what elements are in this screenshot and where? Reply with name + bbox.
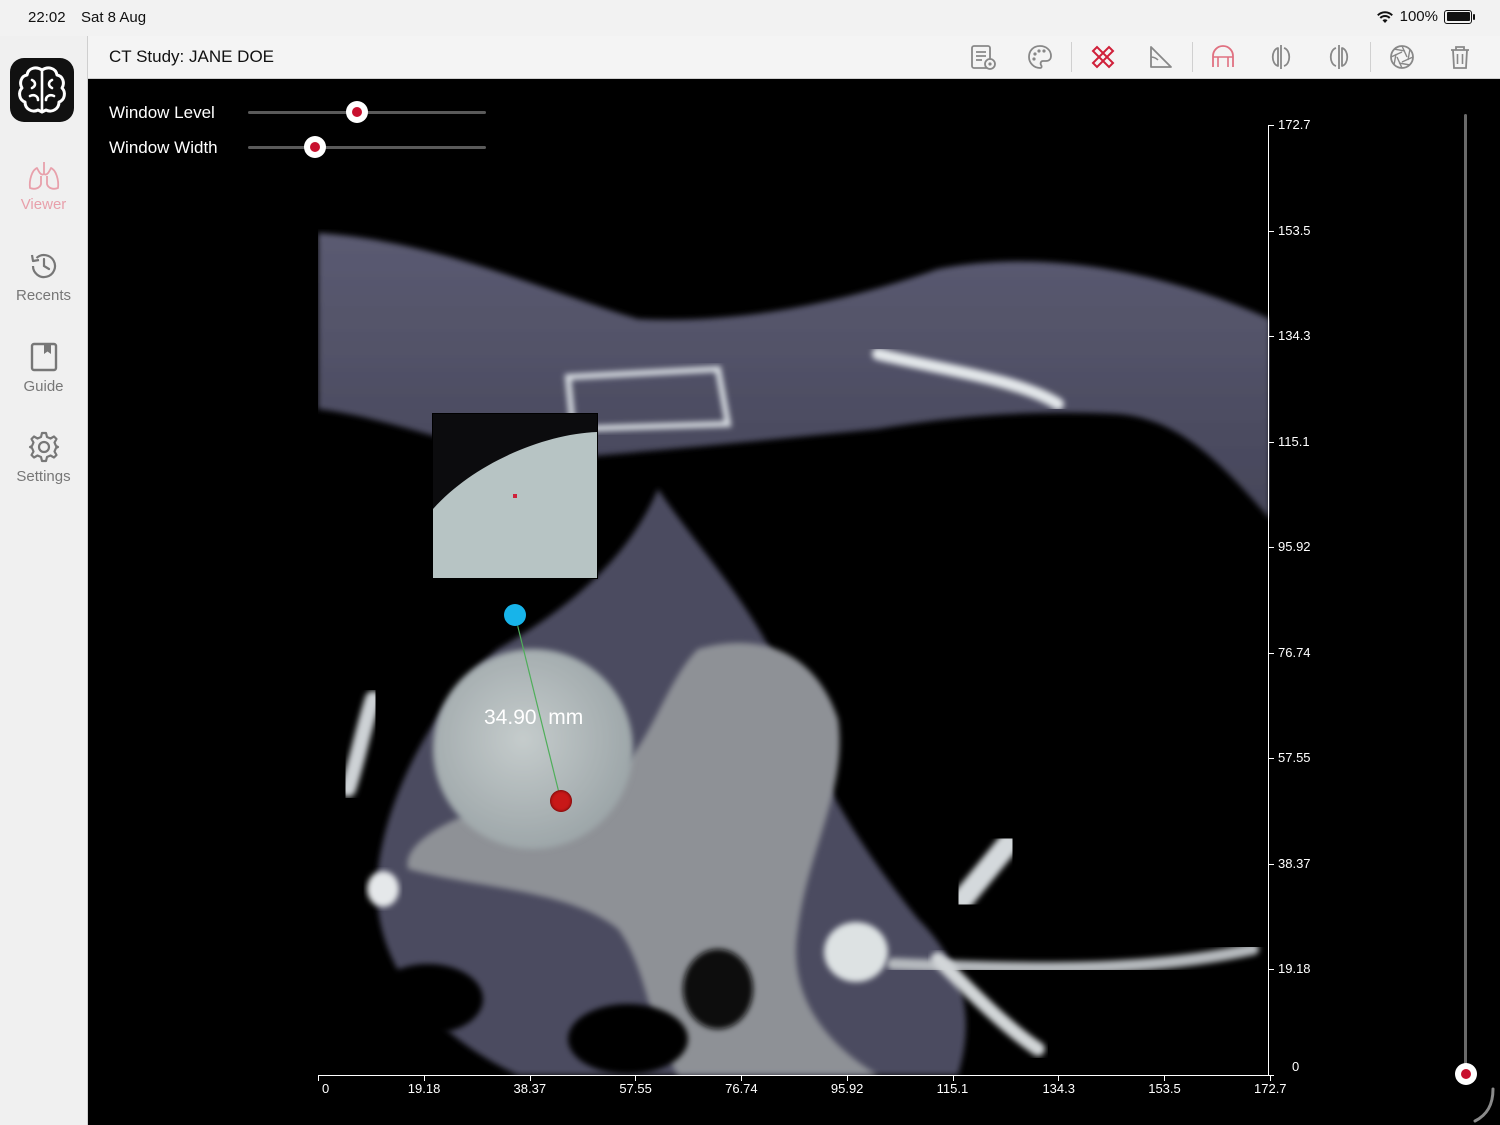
measurement-label: 34.90 mm (484, 706, 583, 730)
aperture-button[interactable] (1387, 42, 1417, 72)
color-palette-button[interactable] (1025, 42, 1055, 72)
x-tick-label: 172.7 (1254, 1081, 1287, 1096)
sidebar-item-viewer[interactable]: Viewer (0, 160, 87, 213)
flip-vertical-button[interactable] (1324, 42, 1354, 72)
y-tick-mark (1268, 125, 1274, 126)
y-tick-mark (1268, 336, 1274, 338)
measurement-value: 34.90 (484, 706, 537, 729)
window-level-slider-thumb[interactable] (346, 101, 369, 123)
study-title: CT Study: JANE DOE (109, 47, 275, 66)
trash-icon (1451, 46, 1469, 69)
ct-scan-image[interactable] (318, 229, 1270, 1075)
flip-vertical-icon (1329, 45, 1349, 69)
y-tick-label: 134.3 (1278, 328, 1311, 344)
x-tick-label: 19.18 (407, 1081, 441, 1096)
window-width-slider-thumb[interactable] (303, 136, 326, 158)
x-tick-label: 134.3 (1042, 1081, 1075, 1096)
battery-icon (1444, 9, 1475, 24)
sidebar-item-guide[interactable]: Guide (0, 340, 87, 395)
sidebar-item-label: Recents (15, 287, 72, 304)
sidebar-item-label: Viewer (20, 196, 67, 213)
scroll-indicator (1473, 1087, 1495, 1123)
brain-icon (18, 66, 66, 114)
y-tick-mark (1268, 758, 1274, 760)
y-tick-label: 172.7 (1278, 117, 1311, 132)
slice-slider-track[interactable] (1464, 114, 1467, 1074)
x-tick-label: 0 (322, 1081, 330, 1096)
slice-slider-thumb[interactable] (1455, 1063, 1477, 1085)
roi-arch-icon (1212, 45, 1234, 67)
magnifier-image (433, 414, 597, 578)
top-toolbar: CT Study: JANE DOE (88, 36, 1500, 79)
measurement-start-handle[interactable] (504, 604, 526, 626)
toolbar-divider (1192, 42, 1193, 72)
y-tick-label: 57.55 (1278, 750, 1311, 766)
measure-tool-button[interactable] (1088, 42, 1118, 72)
y-tick-label: 19.18 (1278, 961, 1311, 977)
delete-button[interactable] (1445, 42, 1475, 72)
y-tick-label: 76.74 (1278, 644, 1311, 660)
status-bar: 22:02 Sat 8 Aug 100% (0, 0, 1500, 36)
magnifier-crosshair (513, 494, 517, 498)
y-axis-line (1268, 125, 1269, 1076)
y-tick-mark (1268, 652, 1274, 654)
y-tick-label: 38.37 (1278, 855, 1311, 871)
window-level-label: Window Level (109, 103, 215, 122)
lungs-icon (28, 162, 59, 190)
sidebar: Viewer Recents Guide Settings (0, 36, 88, 1125)
flip-horizontal-button[interactable] (1266, 42, 1296, 72)
sidebar-item-label: Guide (23, 378, 64, 395)
window-width-track[interactable] (248, 146, 486, 149)
y-tick-label: 115.1 (1278, 433, 1310, 449)
status-time: 22:02 (28, 9, 66, 26)
y-tick-mark (1268, 969, 1274, 971)
y-tick-label: 0 (1292, 1059, 1300, 1074)
measure-ruler-icon (1091, 45, 1115, 69)
report-icon (971, 45, 996, 70)
history-icon (30, 253, 56, 279)
roi-tool-button[interactable] (1208, 42, 1238, 72)
x-axis-line (318, 1075, 1270, 1076)
x-tick-mark (318, 1075, 319, 1081)
y-tick-mark (1268, 1075, 1274, 1076)
x-tick-label: 57.55 (619, 1081, 652, 1096)
palette-icon (1028, 45, 1052, 69)
y-tick-mark (1268, 441, 1274, 443)
x-tick-label: 153.5 (1148, 1081, 1181, 1096)
angle-icon (1150, 46, 1172, 68)
flip-horizontal-icon (1271, 45, 1291, 69)
y-tick-label: 153.5 (1278, 222, 1311, 238)
aperture-icon (1390, 45, 1414, 69)
y-tick-mark (1268, 863, 1274, 865)
status-right: 100% (1376, 8, 1475, 25)
y-tick-mark (1268, 547, 1274, 549)
x-tick-label: 76.74 (725, 1081, 758, 1096)
sidebar-item-recents[interactable]: Recents (0, 249, 87, 304)
x-tick-label: 115.1 (936, 1081, 969, 1096)
sidebar-item-label: Settings (16, 468, 71, 485)
wifi-icon (1376, 10, 1393, 23)
toolbar-divider (1071, 42, 1072, 72)
report-button[interactable] (968, 42, 998, 72)
status-date: Sat 8 Aug (81, 9, 147, 26)
angle-tool-button[interactable] (1146, 42, 1176, 72)
measurement-unit: mm (548, 706, 584, 729)
gear-icon (28, 431, 59, 463)
app-logo[interactable] (10, 58, 74, 122)
battery-percent: 100% (1399, 8, 1438, 25)
y-tick-label: 95.92 (1278, 539, 1311, 555)
x-tick-label: 95.92 (830, 1081, 864, 1096)
magnifier-loupe (432, 413, 598, 579)
y-tick-mark (1268, 230, 1274, 232)
image-viewer[interactable]: Window Level Window Width 34.90 mm 0 19.… (88, 79, 1500, 1125)
toolbar-divider (1370, 42, 1371, 72)
x-tick-label: 38.37 (513, 1081, 547, 1096)
measurement-end-handle[interactable] (550, 790, 572, 812)
book-icon (30, 342, 57, 372)
window-width-label: Window Width (109, 138, 218, 157)
sidebar-item-settings[interactable]: Settings (0, 430, 87, 485)
